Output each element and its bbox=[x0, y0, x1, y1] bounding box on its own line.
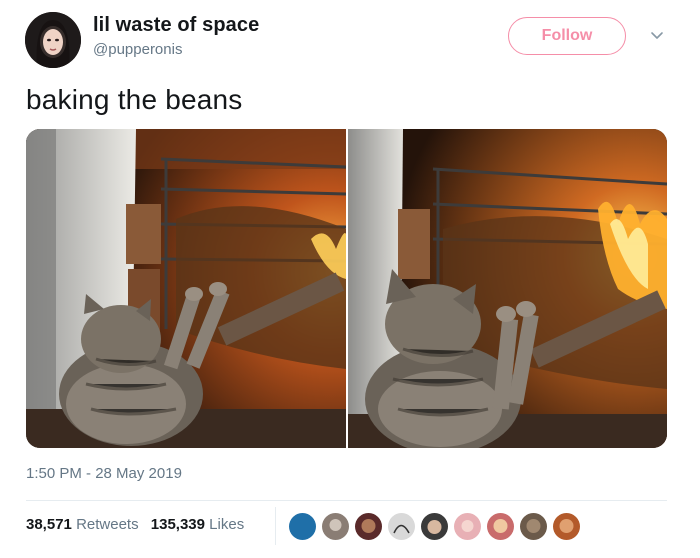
avatar-icon bbox=[454, 513, 481, 540]
liker-avatar[interactable] bbox=[552, 512, 581, 541]
chevron-down-icon[interactable] bbox=[649, 30, 665, 42]
liker-avatar[interactable] bbox=[387, 512, 416, 541]
avatar-icon bbox=[421, 513, 448, 540]
tweet-timestamp[interactable]: 1:50 PM - 28 May 2019 bbox=[26, 465, 182, 482]
liker-avatar[interactable] bbox=[288, 512, 317, 541]
tweet-stats: 38,571 Retweets 135,339 Likes bbox=[26, 516, 244, 533]
liker-avatar[interactable] bbox=[321, 512, 350, 541]
tweet-text: baking the beans bbox=[26, 84, 243, 115]
avatar-icon bbox=[487, 513, 514, 540]
avatar-icon bbox=[553, 513, 580, 540]
avatar-icon bbox=[322, 513, 349, 540]
avatar-icon bbox=[388, 513, 415, 540]
avatar-icon bbox=[289, 513, 316, 540]
liker-avatar[interactable] bbox=[420, 512, 449, 541]
divider bbox=[26, 500, 667, 501]
likes-count[interactable]: 135,339 bbox=[151, 516, 205, 533]
stats-divider bbox=[275, 507, 276, 545]
display-name[interactable]: lil waste of space bbox=[93, 14, 259, 37]
avatar-icon bbox=[520, 513, 547, 540]
tweet-photo-right[interactable] bbox=[348, 129, 667, 448]
liker-avatar[interactable] bbox=[486, 512, 515, 541]
avatar[interactable] bbox=[25, 12, 81, 68]
follow-button[interactable]: Follow bbox=[508, 17, 626, 55]
avatar-photo-icon bbox=[25, 12, 81, 68]
liker-avatar[interactable] bbox=[519, 512, 548, 541]
tweet-media[interactable] bbox=[26, 129, 667, 448]
retweets-label[interactable]: Retweets bbox=[76, 516, 139, 533]
liker-avatar[interactable] bbox=[453, 512, 482, 541]
liker-avatar[interactable] bbox=[354, 512, 383, 541]
avatar-icon bbox=[355, 513, 382, 540]
user-handle[interactable]: @pupperonis bbox=[93, 41, 182, 58]
tweet-photo-left[interactable] bbox=[26, 129, 346, 448]
likes-label[interactable]: Likes bbox=[209, 516, 244, 533]
retweets-count[interactable]: 38,571 bbox=[26, 516, 72, 533]
